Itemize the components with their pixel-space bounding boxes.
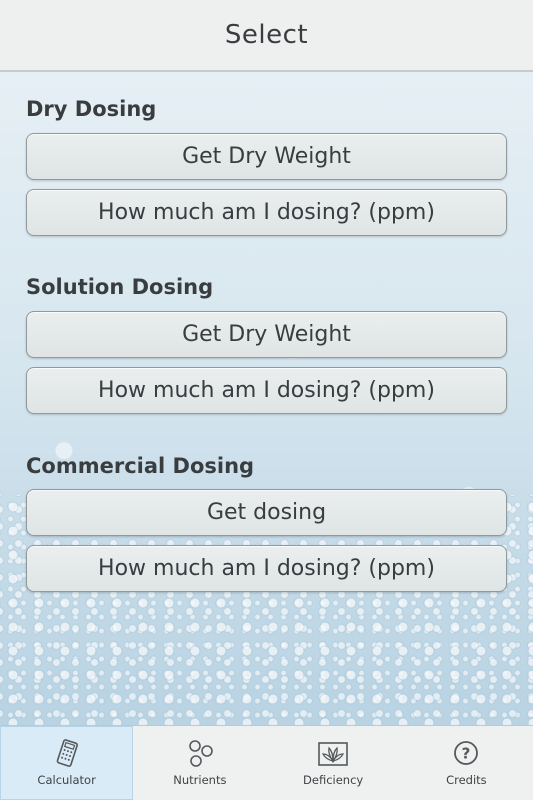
question-icon: ? — [454, 741, 479, 765]
main-content: Dry Dosing Get Dry Weight How much am I … — [0, 72, 533, 725]
dry-get-dry-weight-button[interactable]: Get Dry Weight — [26, 133, 507, 180]
tab-label-nutrients: Nutrients — [173, 773, 227, 787]
svg-text:?: ? — [462, 745, 471, 763]
section-heading-dry-dosing: Dry Dosing — [26, 97, 157, 121]
tab-deficiency[interactable]: Deficiency — [267, 726, 400, 800]
nutrients-icon — [189, 740, 213, 767]
tab-credits[interactable]: ? Credits — [400, 726, 533, 800]
dry-how-much-dosing-button[interactable]: How much am I dosing? (ppm) — [26, 189, 507, 236]
app-header: Select — [0, 0, 533, 72]
section-heading-commercial-dosing: Commercial Dosing — [26, 454, 255, 478]
commercial-how-much-dosing-button[interactable]: How much am I dosing? (ppm) — [26, 545, 507, 592]
solution-get-dry-weight-button[interactable]: Get Dry Weight — [26, 311, 507, 358]
tab-nutrients[interactable]: Nutrients — [133, 726, 266, 800]
tab-label-credits: Credits — [446, 773, 487, 787]
tab-bar: Calculator Nutrients Deficiency ? Credit… — [0, 725, 533, 800]
deficiency-icon — [318, 742, 348, 766]
page-title: Select — [224, 20, 309, 50]
tab-label-calculator: Calculator — [37, 773, 96, 787]
commercial-get-dosing-button[interactable]: Get dosing — [26, 489, 507, 536]
solution-how-much-dosing-button[interactable]: How much am I dosing? (ppm) — [26, 367, 507, 414]
section-heading-solution-dosing: Solution Dosing — [26, 275, 214, 299]
tab-label-deficiency: Deficiency — [303, 773, 364, 787]
calculator-icon — [56, 739, 78, 767]
tab-calculator[interactable]: Calculator — [0, 726, 134, 800]
